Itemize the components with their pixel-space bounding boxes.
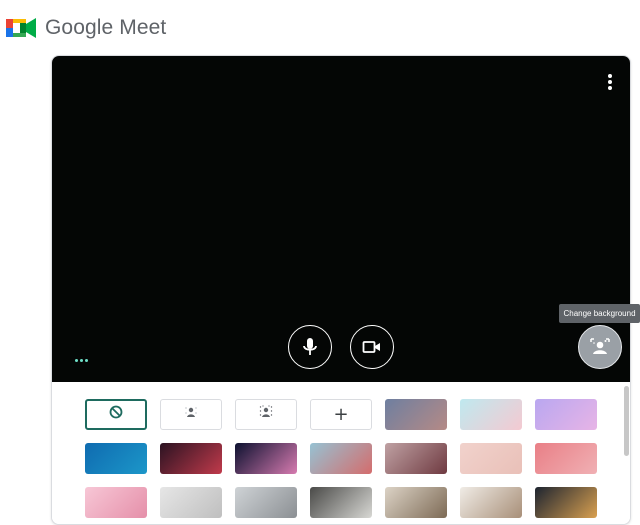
background-option-none[interactable] [85, 399, 147, 430]
more-vert-icon [608, 74, 612, 78]
background-image-bg-office-window[interactable] [235, 487, 297, 518]
background-image-bg-blossom-sky[interactable] [310, 443, 372, 474]
background-image-bg-pink-petals[interactable] [385, 443, 447, 474]
camera-button[interactable] [350, 325, 394, 369]
app-title: Google Meet [45, 16, 167, 39]
preview-card: + [51, 55, 631, 525]
background-image-bg-living-room[interactable] [460, 487, 522, 518]
background-option-slight-blur[interactable] [160, 399, 222, 430]
background-image-bg-bookshelf[interactable] [385, 487, 447, 518]
background-image-bg-sunset-horizon[interactable] [385, 399, 447, 430]
background-image-bg-purple-clouds[interactable] [535, 399, 597, 430]
background-image-bg-blue-water[interactable] [85, 443, 147, 474]
videocam-icon [362, 341, 380, 353]
background-image-bg-pink-grid[interactable] [535, 443, 597, 474]
background-options-panel: + [52, 382, 630, 524]
background-image-bg-room-dark[interactable] [310, 487, 372, 518]
add-icon: + [333, 403, 349, 425]
block-icon [109, 405, 123, 424]
audio-level-indicator [75, 359, 91, 363]
background-image-bg-pink-flowers[interactable] [85, 487, 147, 518]
background-image-bg-nebula[interactable] [160, 443, 222, 474]
app-header: Google Meet [0, 0, 640, 56]
change-background-button[interactable] [578, 325, 622, 369]
background-image-bg-pink-dots[interactable] [460, 443, 522, 474]
background-option-upload[interactable]: + [310, 399, 372, 430]
camera-preview [52, 56, 630, 382]
google-meet-logo [6, 18, 36, 38]
background-image-bg-fireworks[interactable] [235, 443, 297, 474]
background-image-bg-beach[interactable] [460, 399, 522, 430]
microphone-button[interactable] [288, 325, 332, 369]
blur-slight-icon [184, 405, 198, 424]
change-background-tooltip: Change background [559, 304, 640, 323]
background-image-bg-office-light[interactable] [160, 487, 222, 518]
mic-icon [303, 338, 317, 355]
panel-scrollbar[interactable] [624, 386, 629, 456]
blur-icon [259, 405, 273, 424]
more-options-button[interactable] [602, 74, 618, 92]
change-background-icon [590, 338, 610, 354]
background-image-bg-night-building[interactable] [535, 487, 597, 518]
background-option-blur[interactable] [235, 399, 297, 430]
